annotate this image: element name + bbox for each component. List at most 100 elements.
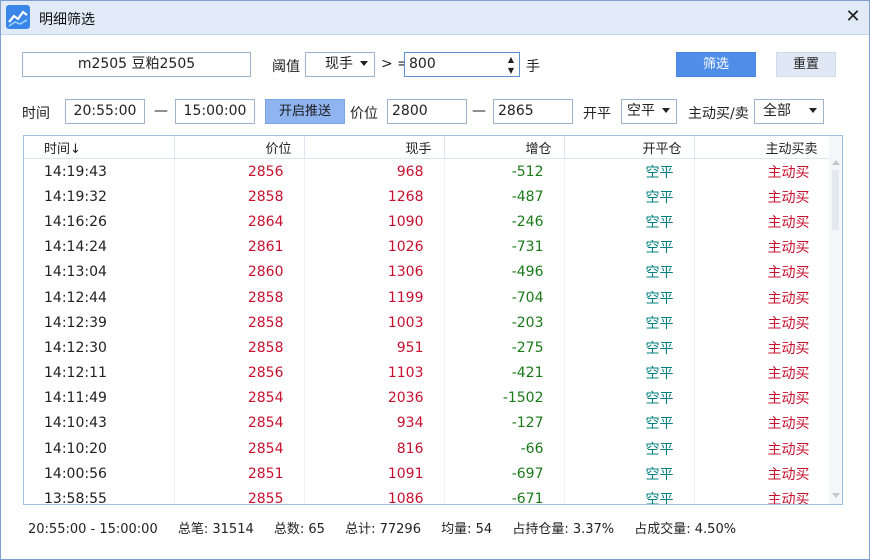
cell-side: 主动买 (694, 209, 831, 235)
threshold-type-value: 现手 (325, 56, 353, 72)
push-button[interactable]: 开启推送 (265, 99, 345, 124)
cell-oi: -704 (444, 284, 565, 311)
close-icon[interactable]: ✕ (843, 7, 863, 27)
cell-volume: 1268 (304, 184, 445, 210)
cell-open-close: 空平 (564, 335, 695, 361)
col-header-side[interactable]: 主动买卖 (694, 136, 831, 159)
scroll-thumb[interactable] (832, 170, 839, 230)
vertical-scrollbar[interactable] (829, 136, 842, 504)
window-title: 明细筛选 (39, 12, 95, 28)
table-row[interactable]: 14:12:11 2856 1103 -421 空平 主动买 (24, 360, 831, 386)
summary-average: 均量: 54 (441, 522, 493, 537)
cell-price: 2856 (174, 360, 305, 386)
cell-time: 14:14:24 (24, 234, 175, 260)
table-header-row: 时间↓ 价位 现手 增仓 开平仓 主动买卖 (24, 136, 831, 159)
cell-volume: 1091 (304, 461, 445, 487)
cell-side: 主动买 (694, 436, 831, 462)
cell-side: 主动买 (694, 310, 831, 336)
table-row[interactable]: 14:11:49 2854 2036 -1502 空平 主动买 (24, 385, 831, 411)
cell-open-close: 空平 (564, 360, 695, 386)
threshold-value-input[interactable]: 800 ▲ ▼ (404, 52, 520, 77)
table-row[interactable]: 14:14:24 2861 1026 -731 空平 主动买 (24, 234, 831, 260)
open-close-select[interactable]: 空平 (621, 99, 677, 124)
table-row[interactable]: 14:10:43 2854 934 -127 空平 主动买 (24, 410, 831, 437)
cell-time: 14:12:11 (24, 360, 175, 386)
chevron-down-icon (809, 108, 817, 113)
cell-side: 主动买 (694, 184, 831, 210)
cell-time: 14:12:39 (24, 310, 175, 336)
spin-up-icon[interactable]: ▲ (504, 54, 518, 65)
table-row[interactable]: 14:00:56 2851 1091 -697 空平 主动买 (24, 461, 831, 487)
initiative-select[interactable]: 全部 (754, 99, 824, 124)
cell-price: 2858 (174, 310, 305, 336)
table-row[interactable]: 13:58:55 2855 1086 -671 空平 主动买 (24, 486, 831, 504)
cell-oi: -203 (444, 310, 565, 336)
contract-input[interactable]: m2505 豆粕2505 (22, 52, 251, 77)
threshold-type-select[interactable]: 现手 (305, 52, 375, 77)
cell-open-close: 空平 (564, 410, 695, 437)
cell-open-close: 空平 (564, 310, 695, 336)
cell-oi: -487 (444, 184, 565, 210)
cell-oi: -671 (444, 486, 565, 504)
scroll-up-icon[interactable] (832, 160, 840, 165)
cell-time: 14:00:56 (24, 461, 175, 487)
price-min-input[interactable]: 2800 (387, 99, 467, 124)
cell-volume: 1199 (304, 284, 445, 311)
col-header-oi[interactable]: 增仓 (444, 136, 565, 159)
time-start-input[interactable]: 20:55:00 (65, 99, 145, 124)
cell-oi: -496 (444, 259, 565, 285)
table-row[interactable]: 14:16:26 2864 1090 -246 空平 主动买 (24, 209, 831, 235)
cell-side: 主动买 (694, 284, 831, 311)
cell-open-close: 空平 (564, 284, 695, 311)
cell-open-close: 空平 (564, 461, 695, 487)
scroll-down-icon[interactable] (832, 493, 840, 498)
cell-time: 14:12:30 (24, 335, 175, 361)
summary-volume-ratio: 占成交量: 4.50% (634, 522, 737, 537)
col-header-time[interactable]: 时间↓ (24, 136, 175, 159)
table-row[interactable]: 14:12:44 2858 1199 -704 空平 主动买 (24, 284, 831, 311)
cell-volume: 968 (304, 158, 445, 185)
table-row[interactable]: 14:12:30 2858 951 -275 空平 主动买 (24, 335, 831, 361)
table-row[interactable]: 14:13:04 2860 1306 -496 空平 主动买 (24, 259, 831, 285)
cell-price: 2861 (174, 234, 305, 260)
time-end-input[interactable]: 15:00:00 (175, 99, 255, 124)
cell-volume: 1103 (304, 360, 445, 386)
cell-time: 14:12:44 (24, 284, 175, 311)
cell-oi: -512 (444, 158, 565, 185)
cell-side: 主动买 (694, 158, 831, 185)
initiative-label: 主动买/卖 (688, 106, 749, 122)
table-row[interactable]: 14:12:39 2858 1003 -203 空平 主动买 (24, 310, 831, 336)
col-header-price[interactable]: 价位 (174, 136, 305, 159)
threshold-value: 800 (409, 56, 436, 72)
price-max-input[interactable]: 2865 (493, 99, 573, 124)
cell-open-close: 空平 (564, 234, 695, 260)
cell-price: 2864 (174, 209, 305, 235)
time-range-dash: — (154, 103, 168, 119)
open-close-value: 空平 (627, 103, 655, 119)
cell-side: 主动买 (694, 335, 831, 361)
table-body: 14:19:43 2856 968 -512 空平 主动买 14:19:32 2858 1268… (24, 158, 831, 504)
chevron-down-icon (662, 108, 670, 113)
cell-time: 13:58:55 (24, 486, 175, 504)
table-row[interactable]: 14:19:32 2858 1268 -487 空平 主动买 (24, 184, 831, 210)
cell-time: 14:16:26 (24, 209, 175, 235)
cell-volume: 2036 (304, 385, 445, 411)
spin-down-icon[interactable]: ▼ (504, 65, 518, 76)
unit-label: 手 (526, 59, 540, 75)
filter-button[interactable]: 筛选 (676, 52, 756, 77)
cell-time: 14:19:43 (24, 158, 175, 185)
cell-volume: 951 (304, 335, 445, 361)
reset-button[interactable]: 重置 (776, 52, 836, 77)
cell-price: 2854 (174, 385, 305, 411)
col-header-open-close[interactable]: 开平仓 (564, 136, 695, 159)
chart-app-icon (6, 5, 30, 29)
cell-price: 2855 (174, 486, 305, 504)
cell-time: 14:13:04 (24, 259, 175, 285)
table-row[interactable]: 14:19:43 2856 968 -512 空平 主动买 (24, 158, 831, 185)
cell-open-close: 空平 (564, 436, 695, 462)
cell-price: 2854 (174, 410, 305, 437)
cell-price: 2860 (174, 259, 305, 285)
table-row[interactable]: 14:10:20 2854 816 -66 空平 主动买 (24, 436, 831, 462)
col-header-volume[interactable]: 现手 (304, 136, 445, 159)
cell-time: 14:10:43 (24, 410, 175, 437)
